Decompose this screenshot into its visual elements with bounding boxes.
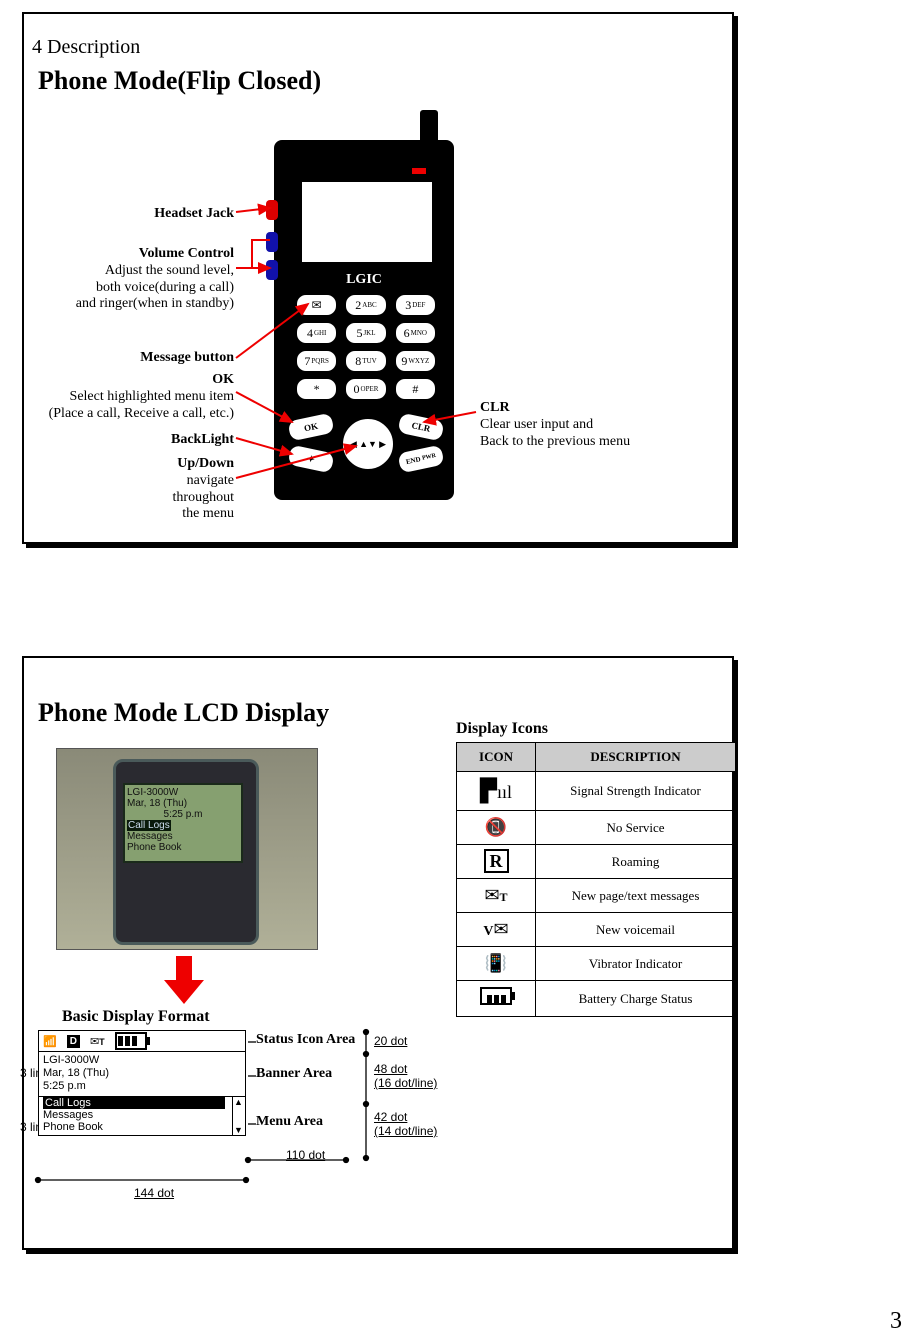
dpad[interactable]: ◀ ▲▼ ▶ <box>342 418 394 470</box>
meas-status: 20 dot <box>374 1034 407 1048</box>
row-desc: New page/text messages <box>536 879 736 913</box>
led-icon <box>412 168 426 174</box>
meas-outer-width: 144 dot <box>134 1186 174 1200</box>
label-menu-area: Menu Area <box>256 1114 323 1130</box>
label-banner-area: Banner Area <box>256 1066 332 1082</box>
key-3[interactable]: 3DEF <box>395 294 436 316</box>
battery-status-icon <box>457 981 536 1017</box>
row-desc: Battery Charge Status <box>536 981 736 1017</box>
clr-key[interactable]: CLR <box>396 411 446 442</box>
end-key[interactable]: END PWR <box>396 443 446 474</box>
nav-cluster: OK CLR ✦ END PWR ◀ ▲▼ ▶ <box>296 408 436 488</box>
battery-icon <box>115 1032 147 1050</box>
phone-diagram: LGIC ✉ 2ABC 3DEF 4GHI 5JKL 6MNO 7PQRS 8T <box>274 110 484 510</box>
phone-screen <box>300 180 434 264</box>
display-icons-title: Display Icons <box>456 720 548 738</box>
key-4[interactable]: 4GHI <box>296 322 337 344</box>
new-voicemail-icon: V✉ <box>457 913 536 947</box>
headset-jack-icon <box>266 200 278 220</box>
slide-phone-mode: 4 Description Phone Mode(Flip Closed) He… <box>22 12 734 544</box>
status-icon-area: 📶 D ✉T <box>38 1030 246 1052</box>
key-7[interactable]: 7PQRS <box>296 350 337 372</box>
page-number: 3 <box>890 1308 902 1335</box>
key-5[interactable]: 5JKL <box>345 322 386 344</box>
roaming-icon: D <box>67 1035 80 1048</box>
new-text-icon: ✉T <box>457 879 536 913</box>
display-format-diagram: 📶 D ✉T LGI-3000W Mar, 18 (Thu) 5:25 p.m … <box>38 1030 246 1136</box>
scrollbar-icon <box>232 1097 245 1135</box>
signal-icon: 📶 <box>43 1035 57 1048</box>
key-hash[interactable]: # <box>395 378 436 400</box>
meas-banner: 48 dot(16 dot/line) <box>374 1062 437 1090</box>
row-desc: Signal Strength Indicator <box>536 772 736 811</box>
row-desc: No Service <box>536 811 736 845</box>
callout-message: Message button <box>140 350 234 367</box>
roaming-icon: R <box>457 845 536 879</box>
vibrator-icon: 📳 <box>457 947 536 981</box>
callout-updown: Up/Down navigate throughout the menu <box>173 456 234 523</box>
row-desc: Vibrator Indicator <box>536 947 736 981</box>
key-0[interactable]: 0OPER <box>345 378 386 400</box>
callout-headset: Headset Jack <box>154 206 234 223</box>
col-desc: DESCRIPTION <box>536 743 736 772</box>
label-status-area: Status Icon Area <box>256 1032 355 1048</box>
callout-volume: Volume Control Adjust the sound level, b… <box>76 246 234 313</box>
row-desc: Roaming <box>536 845 736 879</box>
message-icon: ✉T <box>90 1035 105 1048</box>
callout-ok: OK Select highlighted menu item (Place a… <box>49 372 234 422</box>
key-8[interactable]: 8TUV <box>345 350 386 372</box>
ok-key[interactable]: OK <box>286 411 336 442</box>
callout-clr: CLR Clear user input and Back to the pre… <box>480 400 630 450</box>
key-2[interactable]: 2ABC <box>345 294 386 316</box>
callout-backlight: BackLight <box>171 432 234 449</box>
phone-photo: LGI-3000W Mar, 18 (Thu) 5:25 p.m Call Lo… <box>56 748 318 950</box>
col-icon: ICON <box>457 743 536 772</box>
key-message[interactable]: ✉ <box>296 294 337 316</box>
phone-brand: LGIC <box>274 272 454 288</box>
slide1-title: Phone Mode(Flip Closed) <box>38 66 321 96</box>
meas-menu: 42 dot(14 dot/line) <box>374 1110 437 1138</box>
key-9[interactable]: 9WXYZ <box>395 350 436 372</box>
meas-inner-width: 110 dot <box>286 1148 325 1162</box>
banner-area: LGI-3000W Mar, 18 (Thu) 5:25 p.m <box>38 1052 246 1097</box>
slide-lcd-display: Phone Mode LCD Display LGI-3000W Mar, 18… <box>22 656 734 1250</box>
keypad: ✉ 2ABC 3DEF 4GHI 5JKL 6MNO 7PQRS 8TUV 9W… <box>296 294 436 406</box>
section-label: 4 Description <box>32 36 140 59</box>
signal-strength-icon: ▛ııl <box>457 772 536 811</box>
key-6[interactable]: 6MNO <box>395 322 436 344</box>
slide2-title: Phone Mode LCD Display <box>38 698 329 728</box>
key-star[interactable]: * <box>296 378 337 400</box>
volume-up-icon <box>266 232 278 252</box>
row-desc: New voicemail <box>536 913 736 947</box>
bdf-label: Basic Display Format <box>62 1008 210 1026</box>
no-service-icon: 📵 <box>457 811 536 845</box>
backlight-key[interactable]: ✦ <box>286 443 336 474</box>
menu-area: Call Logs Messages Phone Book <box>38 1097 246 1136</box>
display-icons-table: ICONDESCRIPTION ▛ıılSignal Strength Indi… <box>456 742 736 1017</box>
down-arrow-icon <box>164 956 204 1006</box>
